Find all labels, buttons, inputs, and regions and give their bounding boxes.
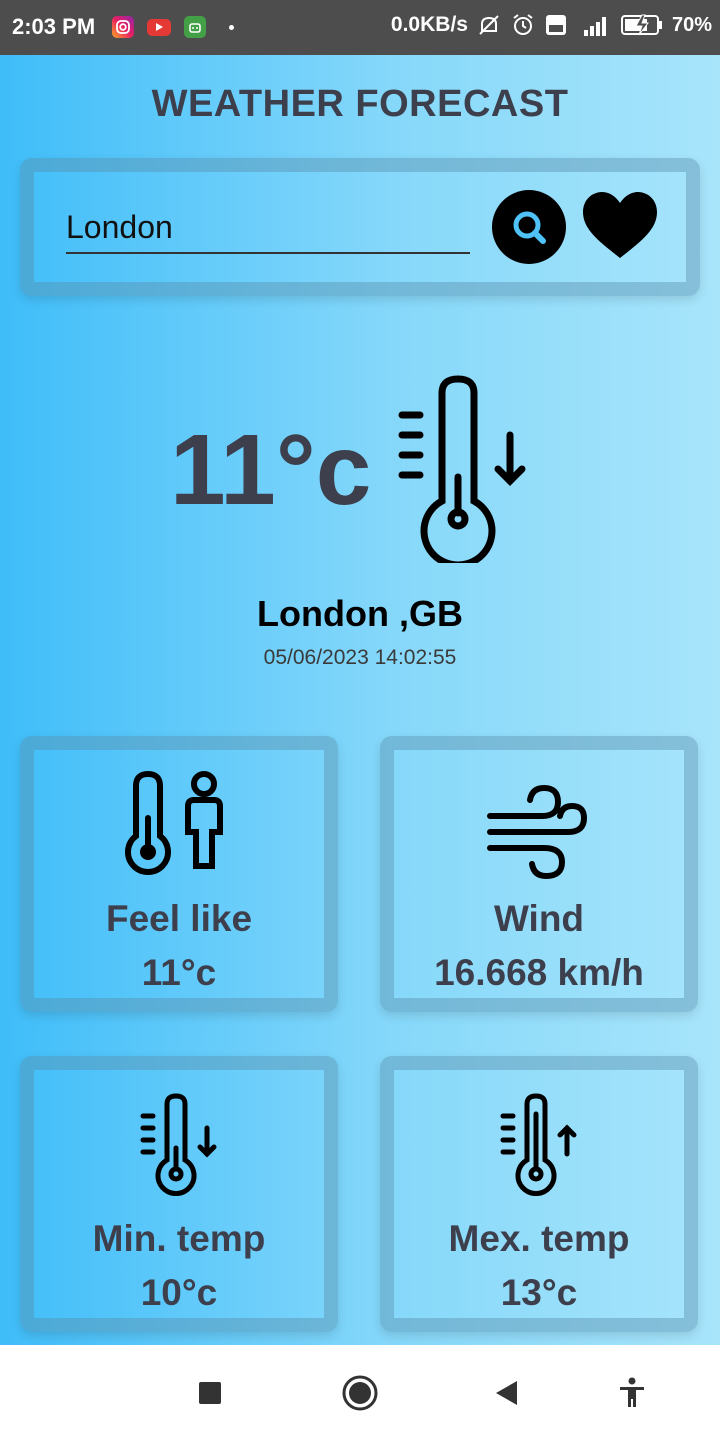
status-time: 2:03 PM (12, 14, 96, 39)
feels-like-card: Feel like 11°c (20, 736, 338, 1012)
thermometer-down-icon (398, 375, 526, 563)
location-name: London ,GB (257, 593, 463, 634)
battery-percent: 70% (671, 13, 712, 36)
thermometer-down-icon (140, 1093, 217, 1196)
battery-charging-icon (620, 14, 662, 36)
weather-app: WEATHER FORECAST 11°c London ,GB 05/06/2… (0, 55, 720, 1345)
search-icon (513, 211, 546, 244)
wind-icon (487, 784, 588, 880)
back-button[interactable] (484, 1371, 528, 1415)
notification-dot (229, 24, 234, 30)
network-speed: 0.0KB/s (390, 13, 468, 36)
system-nav-bar (0, 1345, 720, 1440)
min-temp-card: Min. temp 10°c (20, 1056, 338, 1332)
max-temp-value: 13°c (500, 1272, 578, 1313)
min-temp-value: 10°c (140, 1272, 218, 1313)
wind-label: Wind (493, 898, 585, 939)
recents-button[interactable] (188, 1371, 232, 1415)
youtube-icon (147, 18, 171, 36)
min-temp-label: Min. temp (92, 1218, 266, 1259)
city-search-input[interactable] (66, 202, 470, 254)
recents-square-icon (199, 1382, 221, 1404)
back-triangle-icon (496, 1381, 517, 1405)
page-title: WEATHER FORECAST (151, 83, 569, 125)
signal-icon (583, 17, 606, 36)
accessibility-button[interactable] (610, 1371, 654, 1415)
wind-card: Wind 16.668 km/h (380, 736, 698, 1012)
home-circle-icon (342, 1375, 378, 1411)
home-button[interactable] (338, 1371, 382, 1415)
feels-like-label: Feel like (105, 898, 253, 939)
alarm-icon (513, 14, 533, 35)
current-temperature: 11°c (170, 414, 372, 526)
instagram-icon (112, 16, 134, 38)
accessibility-icon (620, 1377, 644, 1407)
status-system-icons: 0.0KB/s 70% (391, 12, 712, 38)
max-temp-label: Mex. temp (448, 1218, 630, 1259)
favorite-button[interactable] (580, 190, 660, 262)
wind-value: 16.668 km/h (434, 952, 644, 993)
thermometer-person-icon (125, 770, 223, 875)
search-button[interactable] (492, 190, 566, 264)
volte-icon (545, 15, 566, 35)
thermometer-up-icon (500, 1093, 577, 1196)
status-bar: 2:03 PM 0.0KB/s 70% (0, 0, 720, 55)
search-card (20, 158, 700, 296)
mute-icon (479, 15, 499, 35)
max-temp-card: Mex. temp 13°c (380, 1056, 698, 1332)
android-app-icon (184, 16, 206, 38)
status-notification-icons (112, 16, 234, 38)
heart-icon (583, 192, 657, 258)
observation-datetime: 05/06/2023 14:02:55 (263, 646, 457, 669)
feels-like-value: 11°c (141, 952, 217, 993)
